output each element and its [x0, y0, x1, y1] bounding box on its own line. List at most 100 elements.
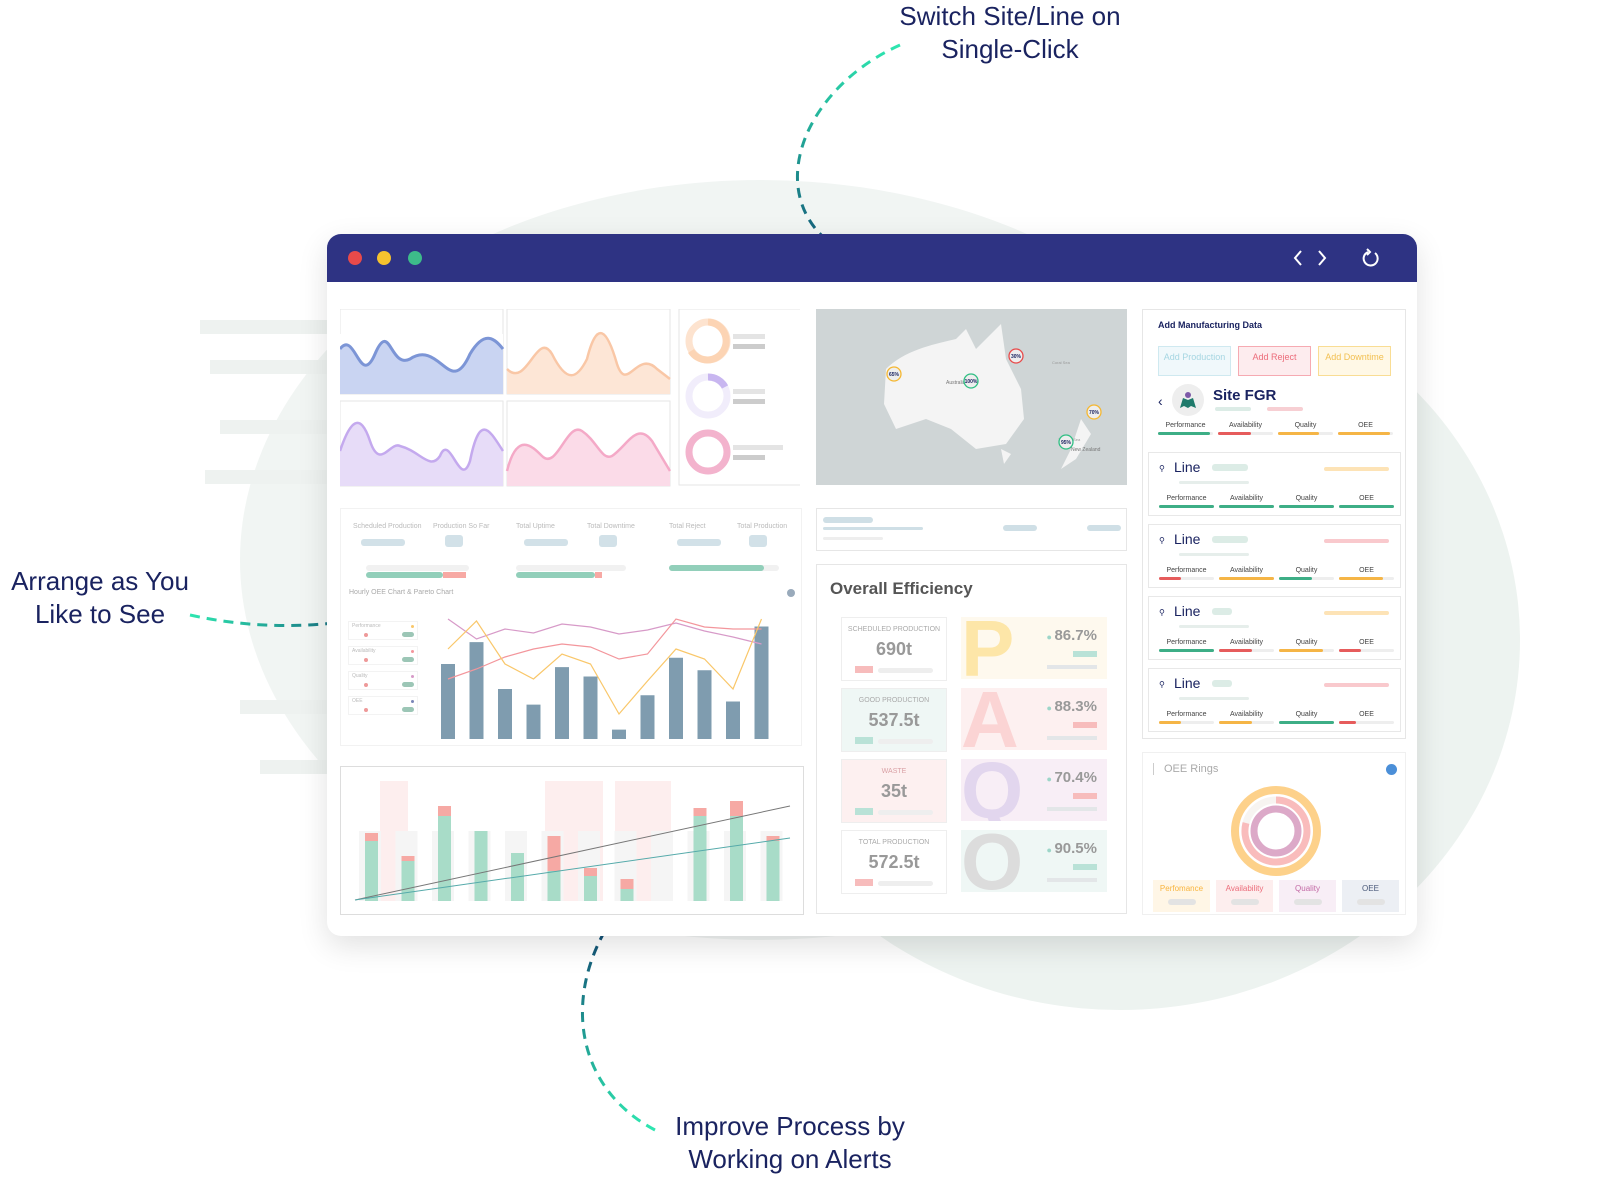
info-icon[interactable] — [787, 589, 795, 597]
site-name[interactable]: Site FGR — [1213, 387, 1276, 404]
metric-label: Quality — [1294, 422, 1317, 429]
pareto-reject-bar — [401, 856, 415, 861]
legend-item[interactable]: Quality — [348, 671, 418, 690]
efficiency-stat: TOTAL PRODUCTION 572.5t — [841, 830, 947, 894]
ring-legend-item[interactable]: Quality — [1279, 880, 1336, 912]
place-label: New Zealand — [1071, 447, 1101, 453]
place-label: Australia — [946, 380, 966, 386]
svg-text:70%: 70% — [1089, 410, 1100, 416]
pareto-bar — [693, 816, 707, 901]
oee-rings-chart — [1231, 786, 1321, 876]
efficiency-metric: Q ● 70.4% — [961, 759, 1107, 821]
summary-label: Scheduled Production — [353, 523, 422, 530]
add-production-button[interactable]: Add Production — [1158, 346, 1231, 376]
place-label: Coral Sea — [1052, 360, 1071, 365]
site-marker[interactable]: 65% — [886, 366, 902, 382]
svg-text:100%: 100% — [965, 379, 978, 385]
hourly-bar — [697, 670, 712, 739]
metric-label: OEE — [1358, 422, 1373, 429]
site-marker[interactable]: 95% — [1058, 434, 1074, 450]
efficiency-metric: A ● 88.3% — [961, 688, 1107, 750]
summary-label: Total Reject — [669, 523, 706, 530]
metric-label: Availability — [1230, 567, 1263, 574]
oee-rings-title: OEE Rings — [1153, 763, 1218, 775]
back-chevron-icon[interactable]: ‹ — [1158, 393, 1163, 409]
line-item[interactable]: ⚲ Line Performance Availability Quality OEE — [1148, 524, 1401, 588]
metric-label: Quality — [1295, 711, 1318, 718]
line-icon: ⚲ — [1159, 608, 1165, 617]
summary-value — [749, 535, 767, 547]
efficiency-stat: SCHEDULED PRODUCTION 690t — [841, 617, 947, 681]
callout-switch: Switch Site/Line on Single-Click — [899, 1, 1121, 64]
hourly-oee-chart — [441, 618, 769, 739]
summary-value — [445, 535, 463, 547]
pareto-reject-bar — [365, 833, 378, 841]
legend-item[interactable]: OEE — [348, 696, 418, 715]
pareto-bar — [730, 816, 743, 901]
hourly-bar — [469, 642, 484, 739]
metric-label: Availability — [1229, 422, 1262, 429]
callout-arrange: Arrange as You Like to See — [11, 566, 189, 629]
summary-label: Total Uptime — [516, 523, 555, 530]
close-button[interactable] — [348, 251, 362, 265]
line-icon: ⚲ — [1159, 680, 1165, 689]
line-item[interactable]: ⚲ Line Performance Availability Quality OEE — [1148, 668, 1401, 732]
manufacturing-title: Add Manufacturing Data — [1158, 320, 1263, 330]
legend-label: Availability — [352, 648, 376, 654]
line-item[interactable]: ⚲ Line Performance Availability Quality OEE — [1148, 596, 1401, 660]
info-icon[interactable] — [1386, 764, 1397, 775]
site-map-icon — [1172, 384, 1204, 416]
pareto-bar — [401, 861, 415, 901]
legend-label: Quality — [352, 673, 368, 679]
add-reject-button[interactable]: Add Reject — [1238, 346, 1311, 376]
pareto-bar — [365, 841, 378, 901]
minimize-button[interactable] — [377, 251, 391, 265]
metric-label: Quality — [1295, 567, 1318, 574]
pareto-bar — [547, 871, 561, 901]
ring-legend-item[interactable]: Perfomance — [1153, 880, 1210, 912]
chevron-left-icon[interactable] — [1293, 250, 1302, 266]
metric-label: Quality — [1295, 639, 1318, 646]
legend-item[interactable]: Availability — [348, 646, 418, 665]
efficiency-metric: O ● 90.5% — [961, 830, 1107, 892]
site-marker[interactable]: 30% — [1008, 348, 1024, 364]
add-downtime-button[interactable]: Add Downtime — [1318, 346, 1391, 376]
ring-legend-item[interactable]: OEE — [1342, 880, 1399, 912]
ring-legend-item[interactable]: Availability — [1216, 880, 1273, 912]
refresh-icon[interactable] — [1361, 248, 1381, 268]
chevron-right-icon[interactable] — [1318, 250, 1327, 266]
hourly-chart-title: Hourly OEE Chart & Pareto Chart — [349, 589, 454, 596]
metric-label: Performance — [1166, 639, 1207, 646]
site-marker[interactable]: 70% — [1086, 404, 1102, 420]
metric-label: Performance — [1166, 711, 1207, 718]
pareto-bar — [584, 876, 597, 901]
maximize-button[interactable] — [408, 251, 422, 265]
metric-label: Performance — [1166, 567, 1207, 574]
metric-label: Availability — [1230, 639, 1263, 646]
efficiency-stat: GOOD PRODUCTION 537.5t — [841, 688, 947, 752]
line-item[interactable]: ⚲ Line Performance Availability Quality OEE — [1148, 452, 1401, 516]
production-summary-card: Scheduled Production Production So Far Tot… — [340, 508, 802, 746]
callout-improve: Improve Process by Working on Alerts — [675, 1111, 905, 1174]
dashboard-window: Scheduled Production Production So Far Tot… — [327, 234, 1417, 936]
site-marker[interactable]: 100% — [963, 373, 979, 389]
svg-text:30%: 30% — [1011, 354, 1022, 360]
tile-purple — [340, 400, 505, 487]
summary-value — [524, 539, 568, 546]
hourly-bar — [498, 689, 512, 739]
legend-item[interactable]: Performance — [348, 621, 418, 640]
pareto-reject-bar — [693, 808, 707, 816]
metric-label: Availability — [1230, 711, 1263, 718]
summary-value — [677, 539, 721, 546]
pareto-reject-bar — [547, 836, 561, 871]
pareto-reject-bar — [584, 868, 597, 876]
summary-label: Production So Far — [433, 523, 490, 530]
hourly-line — [447, 618, 762, 645]
site-map[interactable]: Australia New Zealand Coral Sea Tasman S… — [816, 309, 1127, 485]
pareto-reject-bar — [438, 806, 451, 816]
pareto-bar — [766, 841, 780, 901]
hourly-bar — [583, 676, 598, 739]
line-name: Line — [1174, 459, 1201, 475]
trend-tiles — [340, 309, 800, 487]
metric-label: OEE — [1359, 711, 1374, 718]
